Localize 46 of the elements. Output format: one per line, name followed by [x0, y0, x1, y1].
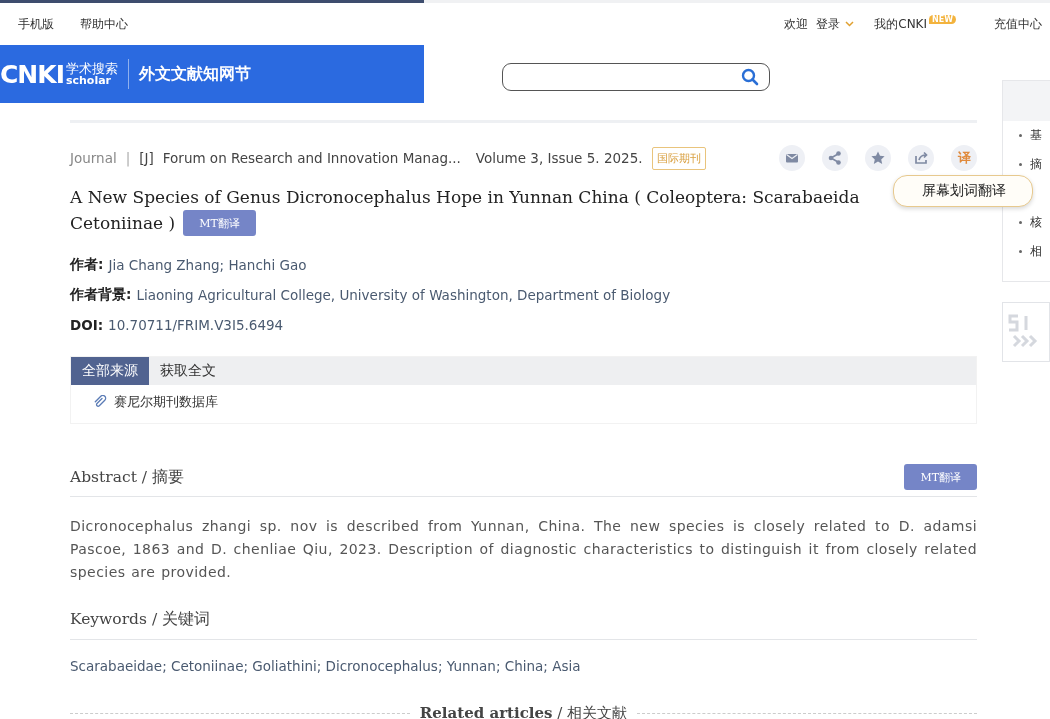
field-value[interactable]: 10.70711/FRIM.V3I5.6494	[108, 317, 284, 333]
new-badge: NEW	[929, 14, 956, 24]
sidebar-link[interactable]: 相	[1030, 243, 1042, 260]
abstract-text: Dicronocephalus zhangi sp. nov is described from Yunnan, China. The new species is closely related to D. adamsi Pascoe, 1863 and D. chenliae Qiu, 2023. Description of diagnostic characteristics to distinguish it from closely related species are provided.	[70, 517, 977, 582]
top-link[interactable]: 手机版	[18, 15, 54, 33]
source-tab[interactable]: 全部来源	[71, 357, 149, 385]
field-label: DOI:	[70, 317, 104, 333]
welcome-text: 欢迎	[784, 15, 809, 33]
source-link[interactable]: 赛尼尔期刊数据库	[114, 393, 218, 411]
journal-tag: [J]	[139, 150, 154, 166]
share-icon[interactable]	[822, 145, 848, 171]
field-value[interactable]: Jia Chang Zhang; Hanchi Gao	[108, 257, 307, 273]
field-label: 作者背景:	[70, 286, 132, 304]
logo-subtitle: 学术搜索	[65, 62, 118, 75]
paperclip-icon	[93, 395, 107, 409]
journal-link[interactable]: Forum on Research and Innovation Manag...	[162, 150, 461, 166]
issue-text: Volume 3, Issue 5. 2025.	[475, 150, 643, 166]
top-link[interactable]: 帮助中心	[80, 15, 128, 33]
mt-translate-button[interactable]: MT翻译	[904, 464, 977, 490]
field-value[interactable]: Liaoning Agricultural College, University of Washington, Department of Biology	[136, 287, 671, 303]
sidebar-link[interactable]: 基	[1030, 127, 1042, 144]
article-title: Cetoniinae )	[70, 211, 176, 235]
translate-tooltip: 屏幕划词翻译	[893, 175, 1033, 207]
journal-badge: 国际期刊	[651, 146, 706, 170]
recharge-link[interactable]: 充值中心	[994, 15, 1042, 33]
section-heading: Abstract / 摘要	[70, 466, 184, 488]
separator: |	[125, 150, 131, 166]
mail-icon[interactable]	[779, 145, 805, 171]
source-tab[interactable]: 获取全文	[149, 357, 227, 385]
logo-subtitle: scholar	[65, 75, 112, 86]
login-link[interactable]: 登录	[816, 15, 841, 33]
search-icon[interactable]	[741, 68, 759, 86]
logo-brand: CNKI	[0, 59, 64, 89]
keywords-text: Scarabaeidae; Cetoniinae; Goliathini; Dicronocephalus; Yunnan; China; Asia	[70, 658, 582, 674]
my-cnki-link[interactable]: 我的CNKI	[874, 15, 927, 33]
sidebar-link[interactable]: 核	[1030, 214, 1042, 231]
publication-type: Journal	[70, 150, 117, 166]
site-name: 外文文献知网节	[138, 63, 251, 85]
section-heading: Keywords / 关键词	[70, 609, 211, 630]
search-field[interactable]	[502, 63, 770, 91]
caret-icon	[845, 21, 855, 27]
mt-translate-button[interactable]: MT翻译	[183, 210, 256, 236]
export-icon[interactable]	[908, 145, 934, 171]
sidebar-link[interactable]: 摘	[1030, 156, 1042, 173]
field-label: 作者:	[70, 256, 104, 274]
article-title: A New Species of Genus Dicronocephalus Hope in Yunnan China ( Coleoptera: Scarabaeida	[70, 186, 860, 209]
